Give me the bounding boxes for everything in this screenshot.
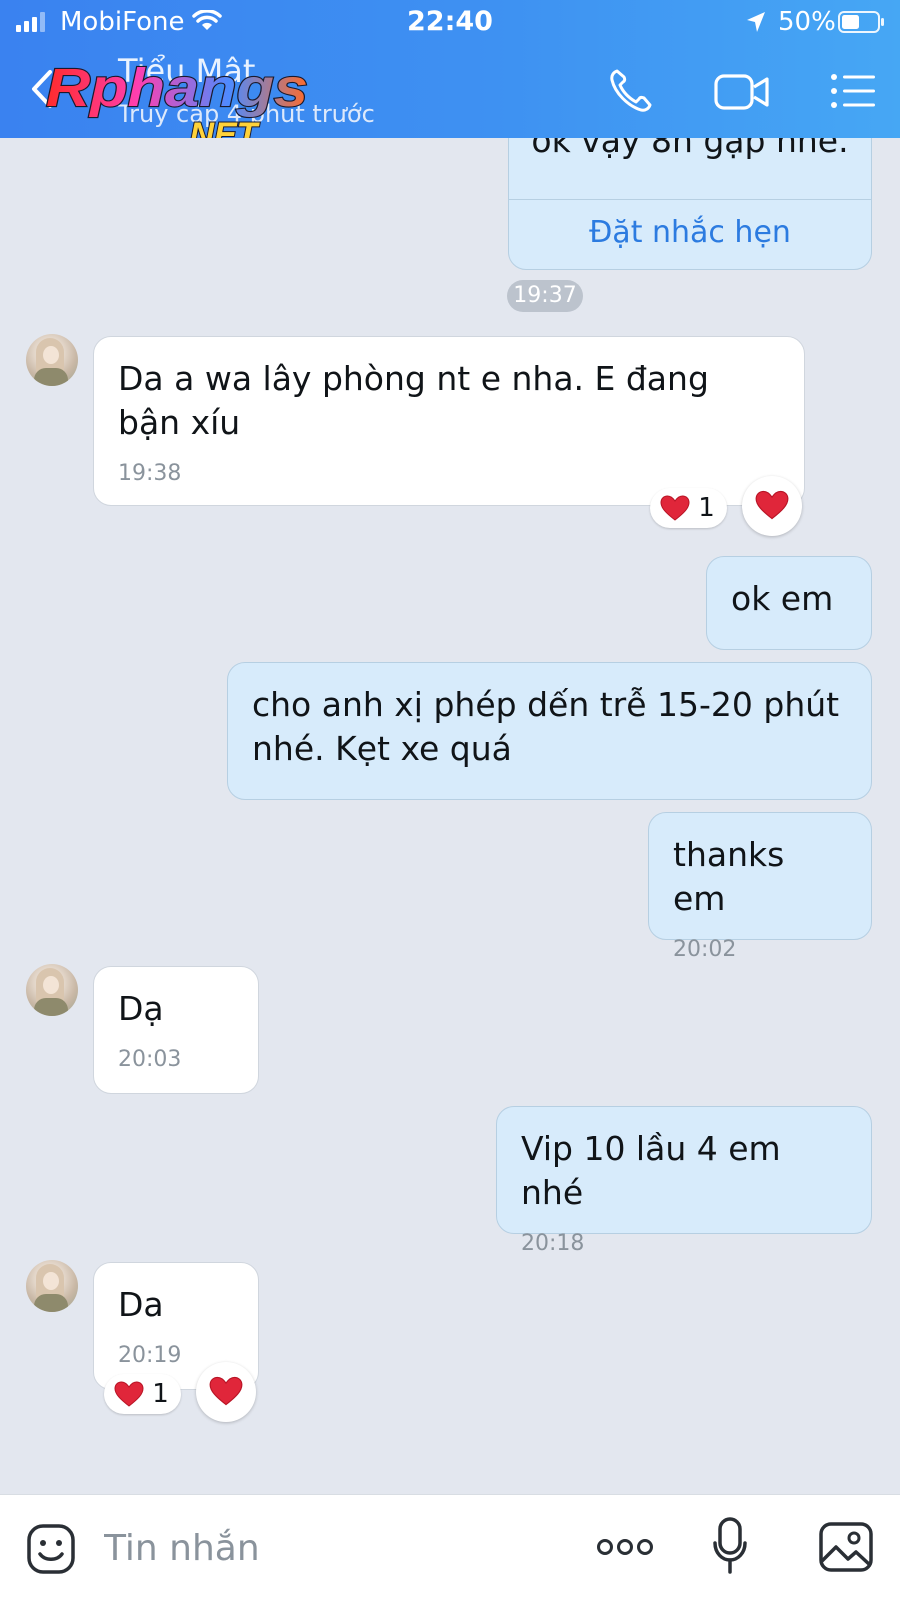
heart-icon [114, 1381, 144, 1407]
message-text: cho anh xị phép dến trễ 15-20 phút nhé. … [252, 685, 840, 768]
video-call-button[interactable] [714, 72, 770, 112]
react-button[interactable] [196, 1362, 256, 1422]
svg-text:Rphangs: Rphangs [46, 60, 308, 118]
microphone-button[interactable] [712, 1517, 748, 1575]
svg-text:.NET: .NET [180, 116, 261, 138]
heart-icon [660, 495, 690, 521]
message-bubble-outgoing[interactable]: thanks em 20:02 [648, 812, 872, 962]
reaction-count: 1 [698, 493, 715, 523]
contact-avatar[interactable] [26, 334, 78, 386]
message-input[interactable] [102, 1517, 546, 1579]
message-time: 20:18 [521, 1231, 585, 1256]
message-text: Vip 10 lầu 4 em nhé [521, 1129, 781, 1212]
heart-icon [755, 490, 789, 520]
chat-options-button[interactable] [830, 72, 876, 110]
message-text: Da [118, 1285, 164, 1324]
divider [509, 199, 871, 200]
status-bar: MobiFone 22:40 50% [0, 0, 900, 46]
contact-avatar[interactable] [26, 1260, 78, 1312]
chat-header: MobiFone 22:40 50% Tiểu Mật Truy cập 4 p… [0, 0, 900, 138]
message-bubble-outgoing[interactable]: ok vậy 8h gặp nhé. Đặt nhắc hẹn [508, 138, 872, 270]
message-text: ok vậy 8h gặp nhé. [531, 138, 849, 160]
battery-percentage: 50% [778, 7, 836, 37]
message-text: Dạ [118, 989, 164, 1028]
message-list[interactable]: ok vậy 8h gặp nhé. Đặt nhắc hẹn 19:37 Da… [0, 138, 900, 1494]
image-gallery-button[interactable] [818, 1521, 874, 1573]
message-time: 20:03 [118, 1047, 182, 1072]
message-bubble-incoming[interactable]: Da a wa lây phòng nt e nha. E đang bận x… [93, 336, 805, 506]
reaction-summary[interactable]: 1 [650, 488, 727, 528]
message-bubble-outgoing[interactable]: cho anh xị phép dến trễ 15-20 phút nhé. … [227, 662, 872, 800]
message-time: 20:02 [673, 937, 737, 962]
message-bubble-incoming[interactable]: Dạ 20:03 [93, 966, 259, 1094]
watermark-logo: Rphangs .NET [45, 60, 309, 138]
contact-avatar[interactable] [26, 964, 78, 1016]
reaction-summary[interactable]: 1 [104, 1374, 181, 1414]
location-arrow-icon [747, 12, 765, 32]
message-text: ok em [731, 579, 834, 618]
set-reminder-button[interactable]: Đặt nhắc hẹn [509, 213, 871, 253]
message-time: 19:38 [118, 461, 182, 486]
battery-icon [838, 11, 884, 33]
message-bubble-outgoing[interactable]: Vip 10 lầu 4 em nhé 20:18 [496, 1106, 872, 1256]
time-separator: 19:37 [507, 280, 583, 312]
message-bubble-outgoing[interactable]: ok em [706, 556, 872, 650]
reaction-count: 1 [152, 1379, 169, 1409]
react-button[interactable] [742, 476, 802, 536]
heart-icon [209, 1376, 243, 1406]
more-options-button[interactable] [596, 1535, 654, 1559]
sticker-emoji-button[interactable] [26, 1523, 76, 1575]
voice-call-button[interactable] [608, 68, 654, 114]
message-text: Da a wa lây phòng nt e nha. E đang bận x… [118, 359, 709, 442]
message-text: thanks em [673, 835, 785, 918]
message-composer [0, 1494, 900, 1601]
